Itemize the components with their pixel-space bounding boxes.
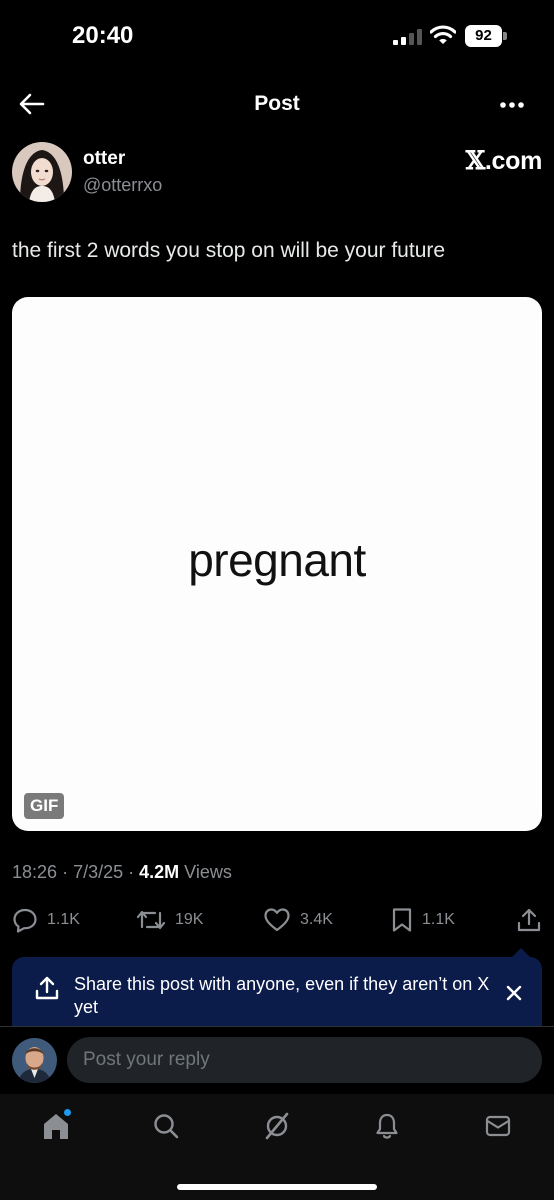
like-icon [264, 908, 290, 932]
like-count: 3.4K [300, 911, 333, 928]
post-text: the first 2 words you stop on will be yo… [12, 239, 446, 262]
gif-badge: GIF [24, 793, 65, 819]
post-time: 18:26 [12, 862, 58, 882]
author-avatar[interactable] [12, 142, 72, 202]
status-bar: 20:40 92 [0, 0, 554, 76]
bookmark-icon [392, 908, 412, 932]
reply-icon [13, 908, 37, 933]
post-actions: 1.1K 19K 3.4K 1.1K [0, 900, 554, 940]
search-icon [154, 1114, 179, 1139]
post-meta: 18:26 · 7/3/25 · 4.2M Views [12, 862, 232, 883]
divider [0, 1026, 554, 1027]
tab-search[interactable] [148, 1108, 184, 1144]
messages-icon [485, 1115, 511, 1137]
share-icon [517, 908, 541, 932]
reply-button[interactable]: 1.1K [12, 900, 80, 940]
reply-count: 1.1K [47, 911, 80, 928]
post-author: otter @otterrxo 𝕏.com [12, 140, 542, 206]
banner-pointer [512, 948, 530, 957]
share-prompt-banner[interactable]: Share this post with anyone, even if the… [12, 948, 542, 1027]
repost-icon [136, 910, 166, 930]
meta-separator: · [128, 862, 140, 882]
tab-messages[interactable] [480, 1108, 516, 1144]
battery-nub [503, 32, 507, 40]
share-upload-icon [35, 976, 59, 1000]
author-display-name[interactable]: otter [83, 148, 125, 170]
meta-separator: · [62, 862, 74, 882]
share-button[interactable] [516, 900, 542, 940]
bottom-tab-bar [0, 1094, 554, 1200]
source-domain: .com [484, 147, 542, 175]
reply-composer [0, 1036, 554, 1084]
current-user-avatar[interactable] [12, 1038, 57, 1083]
views-label[interactable]: Views [184, 862, 232, 882]
current-user-avatar-image [12, 1038, 57, 1083]
media-caption-word: pregnant [188, 534, 366, 586]
close-icon[interactable] [504, 983, 524, 1003]
reply-input[interactable] [67, 1037, 542, 1083]
more-icon [500, 102, 524, 108]
repost-button[interactable]: 19K [136, 900, 203, 940]
tab-home[interactable] [38, 1108, 74, 1144]
repost-count: 19K [175, 911, 204, 928]
home-indicator [177, 1184, 377, 1190]
author-avatar-image [12, 142, 72, 202]
post-date: 7/3/25 [73, 862, 124, 882]
page-title: Post [254, 92, 300, 115]
grok-icon [265, 1112, 289, 1140]
status-time: 20:40 [72, 22, 134, 49]
more-options-button[interactable] [492, 90, 532, 120]
tab-notifications[interactable] [369, 1108, 405, 1144]
x-logo-text: 𝕏 [465, 146, 485, 175]
source-watermark: 𝕏.com [465, 146, 543, 176]
notification-dot [64, 1109, 71, 1116]
wifi-icon [430, 25, 456, 44]
post-media-gif[interactable]: pregnant GIF [12, 297, 542, 831]
views-count[interactable]: 4.2M [139, 862, 179, 882]
tab-grok[interactable] [259, 1108, 295, 1144]
bookmark-button[interactable]: 1.1K [391, 900, 455, 940]
share-banner-text: Share this post with anyone, even if the… [74, 974, 490, 1017]
bookmark-count: 1.1K [422, 911, 455, 928]
like-button[interactable]: 3.4K [263, 900, 333, 940]
author-handle[interactable]: @otterrxo [83, 175, 162, 196]
battery-indicator: 92 [465, 25, 507, 47]
post-header: Post [0, 76, 554, 132]
notifications-icon [376, 1113, 398, 1139]
cellular-signal-icon [393, 29, 422, 45]
battery-level: 92 [465, 25, 502, 47]
